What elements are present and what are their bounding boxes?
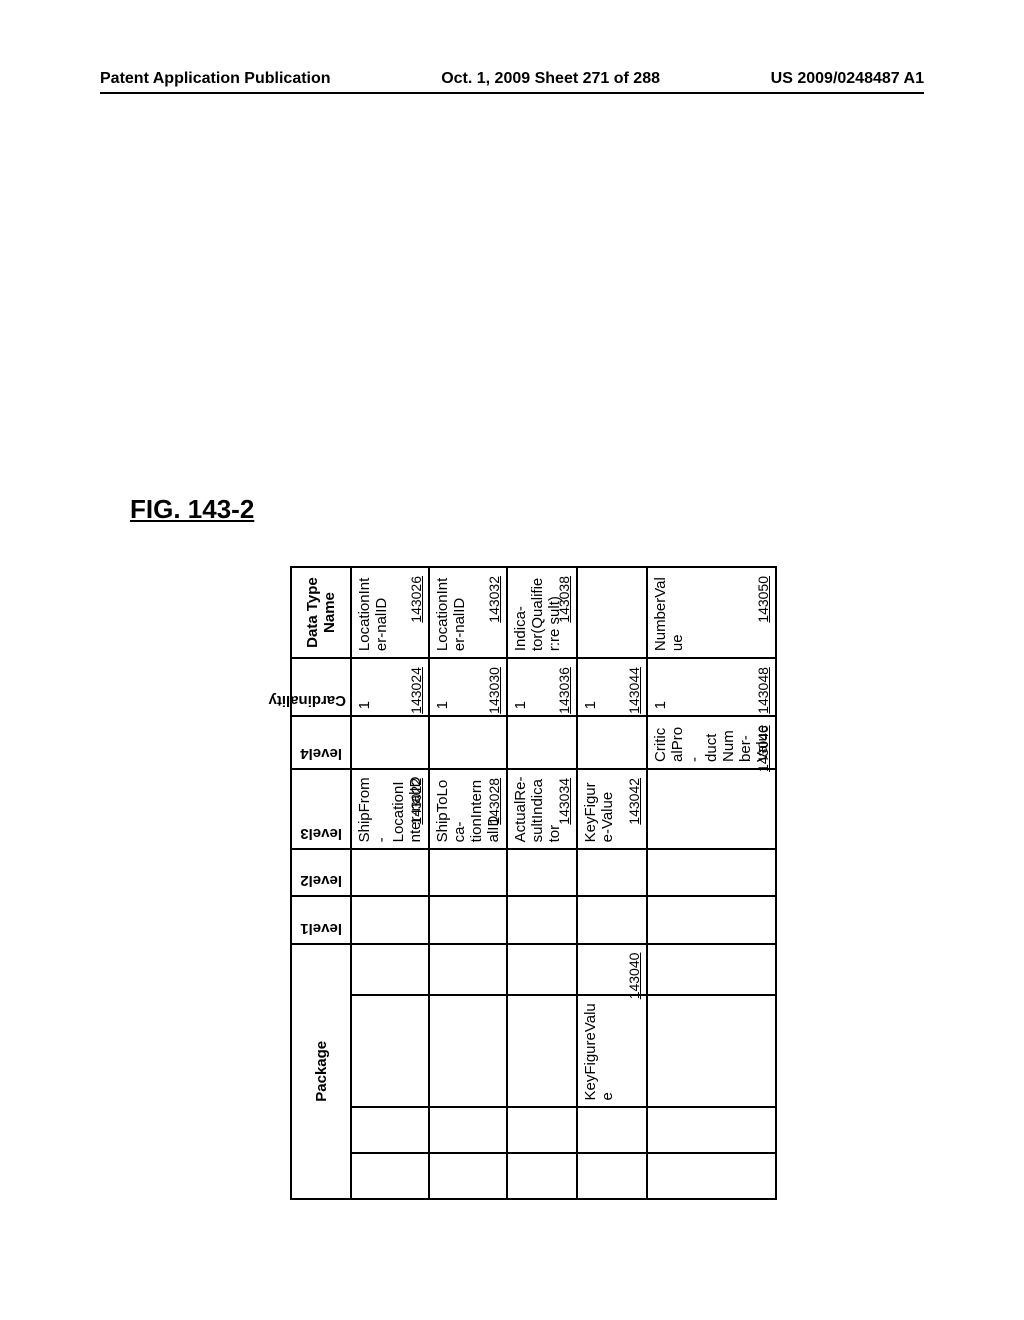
level3-cell: KeyFigure-Value 143042 (577, 769, 647, 849)
datatype-cell: Indica-tor(Qualifier:re sult)143038 (507, 567, 577, 658)
package-cell-a (577, 1153, 647, 1199)
package-cell-ref-ref: 143040 (626, 953, 642, 1000)
package-cell-c (351, 995, 429, 1107)
col-level3: level3 (291, 769, 351, 849)
table-row: KeyFigureValue 143040 KeyFigure-Value 14304… (577, 567, 647, 1199)
level3-cell-ref: 143042 (626, 778, 642, 825)
datatype-cell (577, 567, 647, 658)
table-row: ShipFrom-LocationInter-nalID143022 1 14302… (351, 567, 429, 1199)
level1-cell (429, 896, 507, 943)
level3-cell (647, 769, 776, 849)
package-cell-b (647, 1108, 776, 1154)
figure-label: FIG. 143-2 (130, 494, 924, 525)
datatype-cell-text: LocationInter-nalID (356, 574, 390, 651)
cardinality-cell-ref: 143024 (408, 667, 424, 714)
cardinality-cell-text: 1 (582, 665, 599, 709)
package-cell-c (429, 995, 507, 1107)
package-cell-c (647, 995, 776, 1107)
package-cell-a (351, 1153, 429, 1199)
level2-cell (429, 849, 507, 896)
page-header: Patent Application Publication Oct. 1, 2… (100, 70, 924, 94)
datatype-cell-ref: 143050 (755, 576, 771, 623)
cardinality-cell-text: 1 (652, 665, 669, 709)
datatype-cell-ref: 143026 (408, 576, 424, 623)
level1-cell (507, 896, 577, 943)
table-row: ShipToLoca-tionInternalID143028 1 143030 Lo… (429, 567, 507, 1199)
data-table: Package level1 level2 level3 level4 Card… (290, 566, 777, 1200)
level4-cell-text: CriticalPro-ductNumber-Value (652, 723, 771, 762)
header-left: Patent Application Publication (100, 70, 331, 88)
package-cell-b (351, 1108, 429, 1154)
cardinality-cell-text: 1 (434, 665, 451, 709)
cardinality-cell-ref: 143048 (755, 667, 771, 714)
datatype-cell-ref: 143038 (556, 576, 572, 623)
cardinality-cell: 1 143036 (507, 658, 577, 716)
table-row: CriticalPro-ductNumber-Value143046 1 14304… (647, 567, 776, 1199)
level4-cell-ref: 143046 (755, 725, 771, 772)
level4-cell (507, 716, 577, 769)
cardinality-cell: 1 143044 (577, 658, 647, 716)
level1-cell (577, 896, 647, 943)
col-datatype: Data Type Name (291, 567, 351, 658)
header-right: US 2009/0248487 A1 (771, 70, 924, 88)
level2-cell (647, 849, 776, 896)
datatype-cell-ref: 143032 (486, 576, 502, 623)
package-cell-c-text: KeyFigureValue (582, 1002, 616, 1100)
package-cell-ref (429, 944, 507, 995)
level3-cell: ShipFrom-LocationInter-nalID143022 (351, 769, 429, 849)
level4-cell (577, 716, 647, 769)
level3-cell-text: KeyFigure-Value (582, 776, 616, 842)
col-cardinality: Cardinality (291, 658, 351, 716)
level3-cell: ShipToLoca-tionInternalID143028 (429, 769, 507, 849)
package-cell-b (577, 1108, 647, 1154)
cardinality-cell-text: 1 (356, 665, 373, 709)
datatype-cell-text: LocationInter-nalID (434, 574, 468, 651)
cardinality-cell-ref: 143044 (626, 667, 642, 714)
package-cell-ref (647, 944, 776, 995)
table-row: ActualRe-sultIndicator143034 1 143036 Indic… (507, 567, 577, 1199)
col-level2: level2 (291, 849, 351, 896)
level1-cell (647, 896, 776, 943)
rotated-table-container: Package level1 level2 level3 level4 Card… (290, 566, 777, 1200)
level4-cell (429, 716, 507, 769)
level3-cell-ref: 143028 (486, 778, 502, 825)
header-center: Oct. 1, 2009 Sheet 271 of 288 (441, 70, 660, 88)
col-level1: level1 (291, 896, 351, 943)
col-package: Package (291, 944, 351, 1199)
package-cell-b (507, 1108, 577, 1154)
package-cell-ref (351, 944, 429, 995)
level2-cell (577, 849, 647, 896)
package-cell-b (429, 1108, 507, 1154)
package-cell-c: KeyFigureValue (577, 995, 647, 1107)
cardinality-cell: 1 143048 (647, 658, 776, 716)
cardinality-cell: 1 143024 (351, 658, 429, 716)
level3-cell-ref: 143022 (408, 778, 424, 825)
package-cell-a (647, 1153, 776, 1199)
level3-cell-ref: 143034 (556, 778, 572, 825)
cardinality-cell: 1 143030 (429, 658, 507, 716)
datatype-cell: LocationInter-nalID 143032 (429, 567, 507, 658)
level3-cell: ActualRe-sultIndicator143034 (507, 769, 577, 849)
level4-cell: CriticalPro-ductNumber-Value143046 (647, 716, 776, 769)
col-level4: level4 (291, 716, 351, 769)
package-cell-a (429, 1153, 507, 1199)
cardinality-cell-ref: 143036 (556, 667, 572, 714)
datatype-cell: NumberValue 143050 (647, 567, 776, 658)
datatype-cell-text: NumberValue (652, 574, 686, 651)
cardinality-cell-ref: 143030 (486, 667, 502, 714)
level2-cell (507, 849, 577, 896)
level2-cell (351, 849, 429, 896)
level4-cell (351, 716, 429, 769)
package-cell-a (507, 1153, 577, 1199)
cardinality-cell-text: 1 (512, 665, 529, 709)
package-cell-ref (507, 944, 577, 995)
level1-cell (351, 896, 429, 943)
table-header-row: Package level1 level2 level3 level4 Card… (291, 567, 351, 1199)
package-cell-c (507, 995, 577, 1107)
package-cell-ref: 143040 (577, 944, 647, 995)
datatype-cell: LocationInter-nalID 143026 (351, 567, 429, 658)
